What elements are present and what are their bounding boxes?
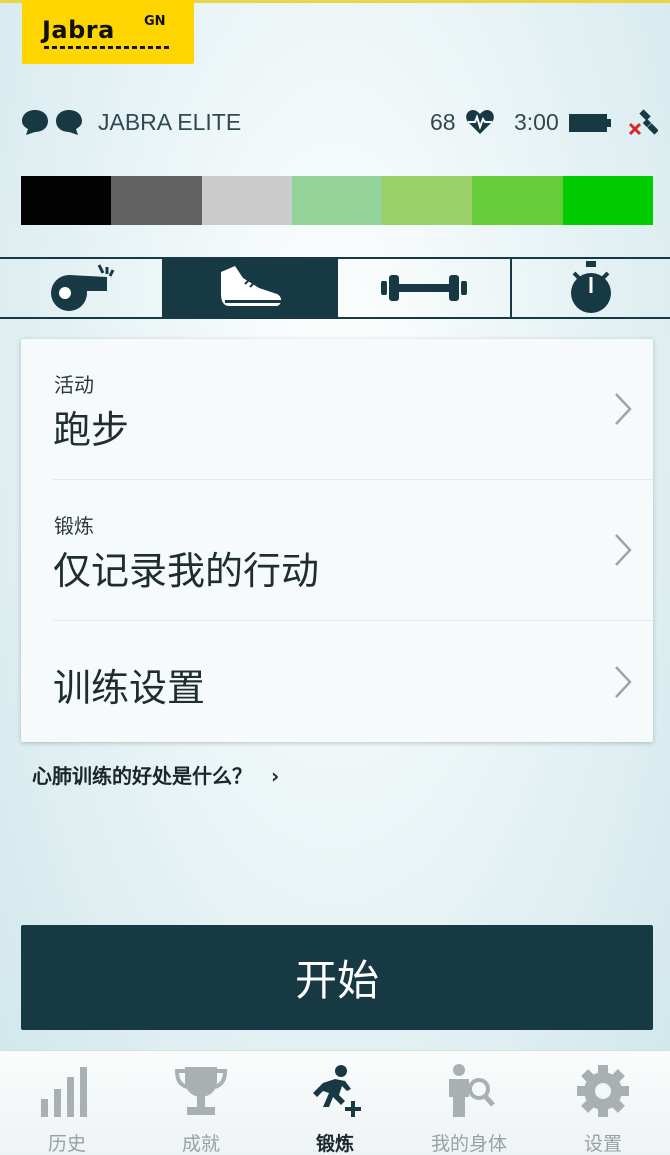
tab-stopwatch[interactable] xyxy=(510,259,670,317)
gear-icon xyxy=(577,1065,629,1117)
body-search-icon xyxy=(449,1064,495,1117)
start-button[interactable]: 开始 xyxy=(21,925,653,1030)
start-button-label: 开始 xyxy=(294,956,379,1005)
dumbbell-icon xyxy=(381,275,467,301)
zone-segment-3 xyxy=(201,176,292,225)
duration-value: 3:00 xyxy=(514,109,559,135)
stopwatch-icon xyxy=(571,261,611,313)
zone-segment-6 xyxy=(472,176,563,225)
chevron-right-icon xyxy=(615,666,632,698)
zone-segment-4 xyxy=(291,176,383,225)
zone-segment-1 xyxy=(21,176,112,225)
tab-running[interactable] xyxy=(162,259,336,317)
nav-label: 设置 xyxy=(583,1133,622,1155)
chevron-right-icon xyxy=(615,534,632,566)
nav-item-workout[interactable]: 锻炼 xyxy=(268,1051,402,1155)
device-name: JABRA ELITE xyxy=(98,109,242,135)
chevron-right-icon xyxy=(615,393,632,425)
satellite-disconnected-icon xyxy=(628,109,658,136)
training-settings-label: 训练设置 xyxy=(53,666,206,710)
tab-whistle[interactable] xyxy=(0,259,162,317)
workout-settings-card: 活动 跑步 锻炼 仅记录我的行动 训练设置 xyxy=(21,339,653,742)
chevron-right-icon: › xyxy=(270,764,280,788)
activity-value: 跑步 xyxy=(53,408,130,452)
device-status-bar: JABRA ELITE 68 3:00 xyxy=(0,100,670,146)
whistle-icon xyxy=(51,264,115,311)
nav-item-my-body[interactable]: 我的身体 xyxy=(402,1051,536,1155)
bar-chart-icon xyxy=(41,1067,87,1117)
nav-item-achievements[interactable]: 成就 xyxy=(134,1051,268,1155)
zone-segment-5 xyxy=(382,176,473,225)
nav-label: 锻炼 xyxy=(315,1133,354,1155)
runner-plus-icon xyxy=(313,1065,361,1117)
heart-rate-zone-bar xyxy=(21,176,653,225)
earbud-right-icon xyxy=(56,110,82,135)
workout-row[interactable]: 锻炼 仅记录我的行动 xyxy=(21,480,653,620)
logo-text: Jabra xyxy=(42,16,115,44)
zone-segment-7 xyxy=(562,176,653,225)
heart-rate-icon xyxy=(466,110,494,134)
logo-superscript: GN xyxy=(144,14,166,29)
workout-label: 锻炼 xyxy=(54,514,94,538)
activity-row[interactable]: 活动 跑步 xyxy=(21,339,653,479)
heart-rate-value: 68 xyxy=(430,109,456,135)
zone-segment-2 xyxy=(111,176,202,225)
trophy-icon xyxy=(174,1067,228,1115)
nav-label: 我的身体 xyxy=(430,1133,507,1155)
battery-icon xyxy=(569,114,611,132)
cardio-benefits-link[interactable]: 心肺训练的好处是什么？ › xyxy=(32,760,279,789)
running-shoe-icon xyxy=(221,266,282,306)
nav-item-history[interactable]: 历史 xyxy=(0,1051,134,1155)
earbud-left-icon xyxy=(22,110,48,135)
workout-value: 仅记录我的行动 xyxy=(53,549,320,593)
tab-strength[interactable] xyxy=(336,259,510,317)
activity-label: 活动 xyxy=(54,373,94,397)
logo-dots xyxy=(44,46,170,49)
jabra-logo: Jabra GN xyxy=(22,0,194,64)
nav-label: 成就 xyxy=(181,1133,220,1155)
workout-type-tabs xyxy=(0,257,670,319)
cardio-benefits-text: 心肺训练的好处是什么？ xyxy=(32,764,252,788)
nav-label: 历史 xyxy=(47,1133,86,1155)
bottom-navigation: 历史 成就 锻炼 我的身体 设置 xyxy=(0,1050,670,1155)
nav-item-settings[interactable]: 设置 xyxy=(536,1051,670,1155)
training-settings-row[interactable]: 训练设置 xyxy=(21,621,653,742)
